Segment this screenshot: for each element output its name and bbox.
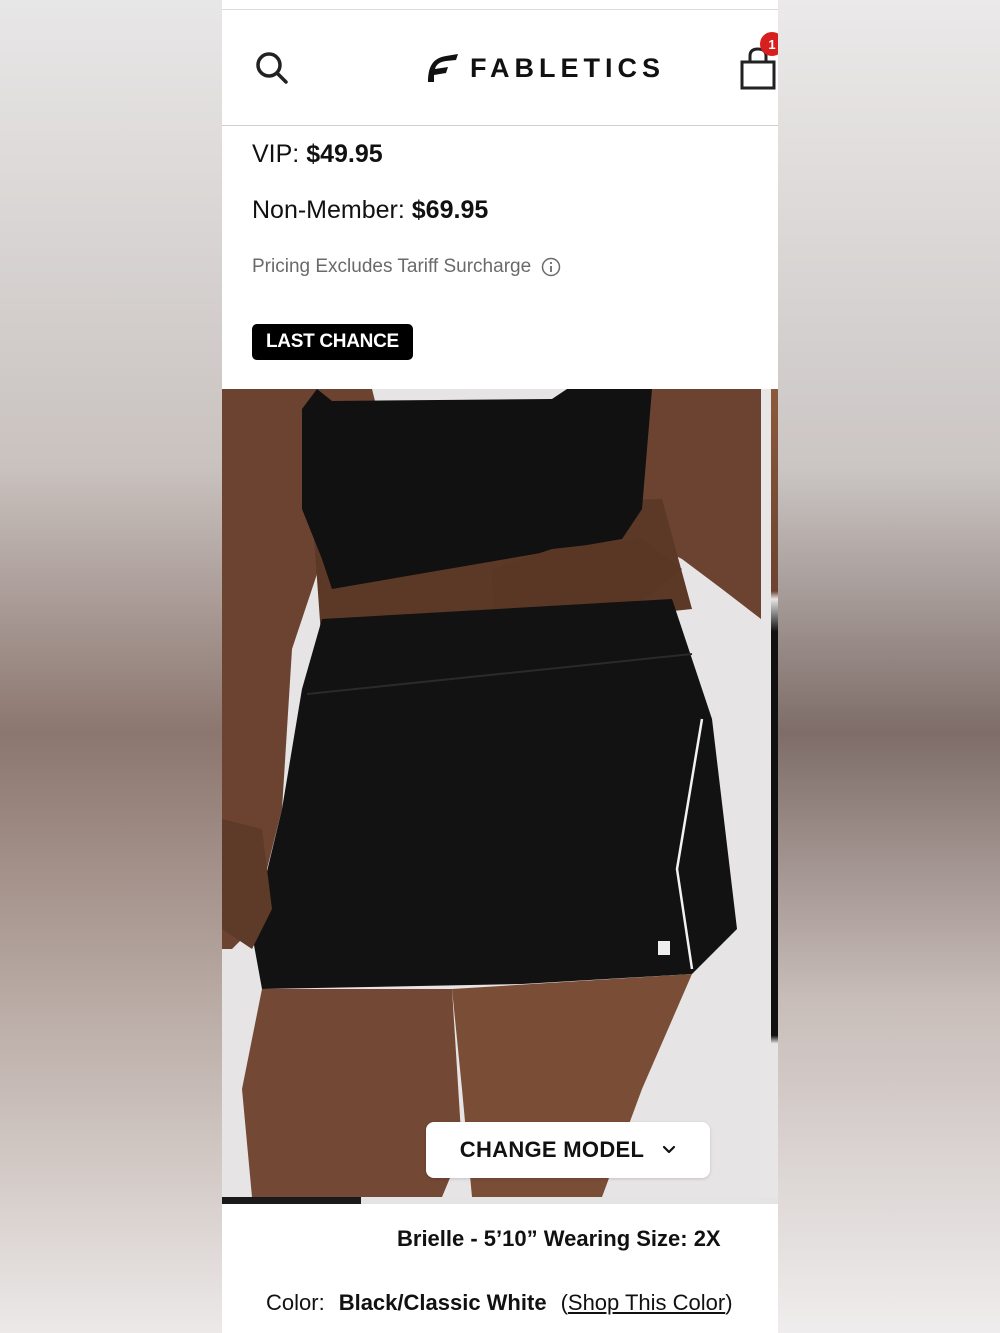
site-header: FABLETICS 1 bbox=[222, 10, 778, 126]
nonmember-label: Non-Member: bbox=[252, 196, 405, 224]
vip-label: VIP: bbox=[252, 140, 300, 168]
product-image[interactable] bbox=[222, 389, 761, 1197]
search-icon bbox=[256, 52, 288, 84]
close-paren: ) bbox=[725, 1290, 733, 1315]
color-label: Color: bbox=[266, 1290, 325, 1315]
color-link-group: (Shop This Color) bbox=[561, 1290, 733, 1316]
search-button[interactable] bbox=[252, 48, 292, 88]
open-paren: ( bbox=[560, 1290, 568, 1315]
nonmember-price-row: Non-Member: $69.95 bbox=[252, 196, 488, 225]
vip-price-row: VIP: $49.95 bbox=[252, 140, 383, 169]
vip-price: $49.95 bbox=[306, 140, 383, 168]
last-chance-badge: LAST CHANCE bbox=[252, 324, 413, 360]
gallery-progress-bar bbox=[222, 1197, 778, 1204]
change-model-label: CHANGE MODEL bbox=[459, 1137, 645, 1162]
gallery-progress-fill bbox=[222, 1197, 361, 1204]
mobile-page: FABLETICS 1 VIP: $49.95 Non-Member: $69.… bbox=[222, 0, 778, 1333]
shop-this-color-link[interactable]: Shop This Color bbox=[568, 1290, 725, 1315]
product-image-gallery[interactable] bbox=[222, 389, 778, 1197]
model-info: Brielle - 5’10” Wearing Size: 2X bbox=[397, 1226, 721, 1251]
color-row: Color: Black/Classic White (Shop This Co… bbox=[266, 1290, 733, 1316]
cart-count-badge: 1 bbox=[760, 32, 778, 56]
fabletics-logo-icon bbox=[428, 54, 458, 82]
nonmember-price: $69.95 bbox=[411, 196, 489, 224]
change-model-button[interactable]: CHANGE MODEL bbox=[426, 1122, 710, 1178]
next-product-image-peek[interactable] bbox=[771, 389, 778, 1197]
background-left bbox=[0, 0, 222, 1333]
chevron-down-icon bbox=[663, 1145, 676, 1154]
background-right bbox=[778, 0, 1000, 1333]
info-icon[interactable] bbox=[541, 257, 561, 277]
tariff-note: Pricing Excludes Tariff Surcharge bbox=[252, 256, 561, 278]
color-value: Black/Classic White bbox=[338, 1290, 547, 1315]
brand-logo[interactable]: FABLETICS bbox=[424, 50, 665, 86]
tariff-note-text: Pricing Excludes Tariff Surcharge bbox=[252, 256, 532, 277]
brand-name: FABLETICS bbox=[470, 52, 666, 83]
